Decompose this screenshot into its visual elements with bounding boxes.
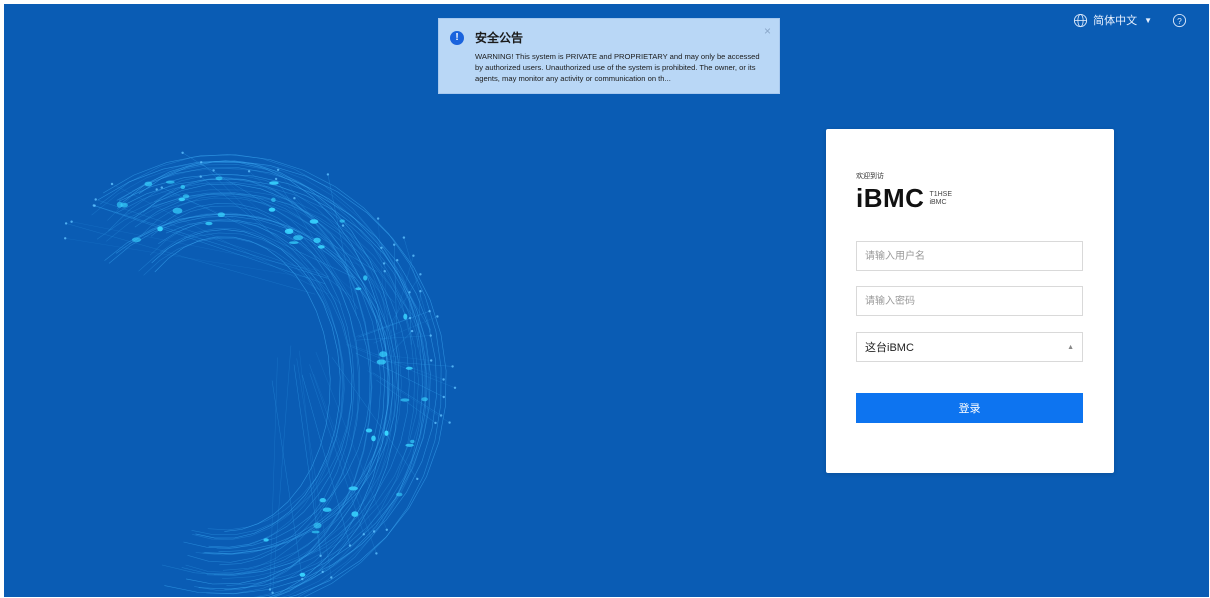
brand-logo: iBMC T1HSE iBMC (856, 183, 952, 213)
language-selector[interactable]: 简体中文 ▼ (1073, 12, 1152, 28)
svg-text:?: ? (1177, 15, 1182, 25)
password-input[interactable] (856, 286, 1083, 316)
language-label: 简体中文 (1093, 15, 1138, 27)
domain-select-value: 这台iBMC (865, 342, 914, 354)
logo-subtext: T1HSE iBMC (929, 191, 952, 210)
info-icon: ! (450, 31, 464, 45)
logo-sub-line-1: T1HSE (929, 191, 952, 198)
top-toolbar: 简体中文 ▼ ? (1073, 12, 1187, 28)
logo-text: iBMC (856, 183, 925, 213)
logo-sub-line-2: iBMC (929, 199, 947, 206)
notice-title: 安全公告 (475, 31, 524, 45)
welcome-text: 欢迎到访 (856, 173, 884, 180)
help-circle-icon: ? (1172, 13, 1187, 27)
close-icon[interactable]: × (764, 25, 771, 37)
notice-text: WARNING! This system is PRIVATE and PROP… (475, 52, 760, 83)
security-notice: ! 安全公告 WARNING! This system is PRIVATE a… (438, 18, 780, 94)
login-page: 简体中文 ▼ ? ! 安全公告 WARNING! This system is … (4, 4, 1209, 597)
login-card: 欢迎到访 iBMC T1HSE iBMC 这台iBMC ▲ 登录 (826, 129, 1114, 473)
globe-icon (1074, 13, 1088, 27)
username-input[interactable] (856, 241, 1083, 271)
chevron-up-icon: ▲ (1067, 343, 1074, 351)
login-button[interactable]: 登录 (856, 393, 1083, 423)
help-button[interactable]: ? (1172, 13, 1187, 28)
chevron-down-icon: ▼ (1144, 15, 1152, 25)
domain-select[interactable]: 这台iBMC ▲ (856, 332, 1083, 362)
